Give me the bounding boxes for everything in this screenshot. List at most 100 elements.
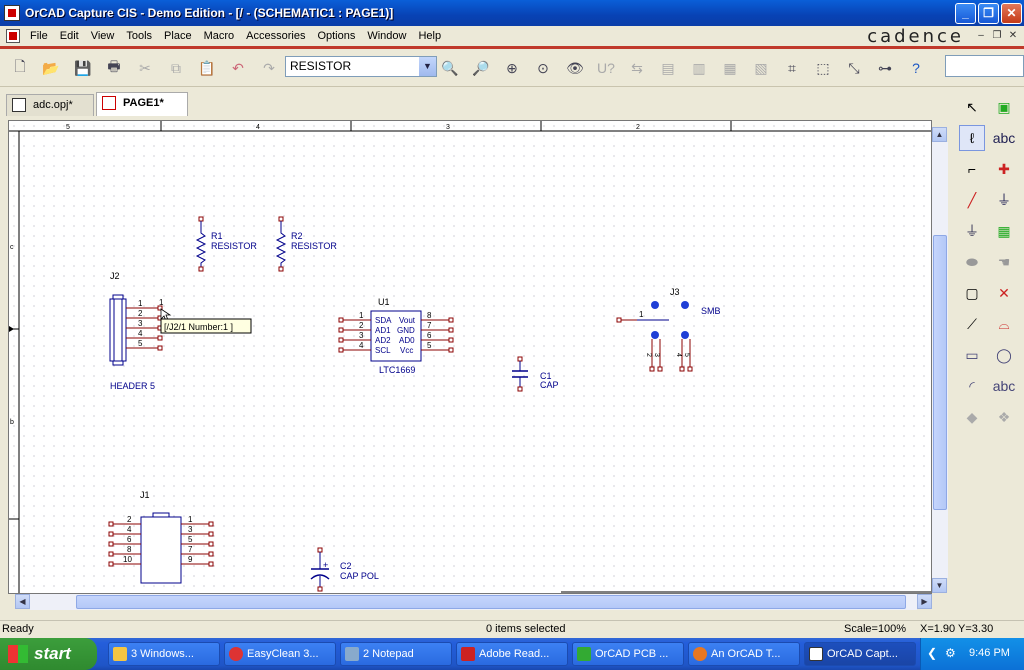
menu-file[interactable]: File	[24, 30, 54, 42]
taskbar-item[interactable]: Adobe Read...	[456, 642, 568, 666]
chevron-down-icon[interactable]: ▼	[419, 57, 436, 76]
place-rectangle-icon[interactable]: ▭	[959, 342, 985, 368]
vertical-scroll-thumb[interactable]	[933, 235, 947, 510]
search-input[interactable]	[945, 55, 1024, 77]
menu-tools[interactable]: Tools	[120, 30, 158, 42]
place-polyline-icon[interactable]: ⌓	[991, 311, 1017, 337]
menu-window[interactable]: Window	[361, 30, 412, 42]
firefox-icon	[693, 647, 707, 661]
back-annotate-icon[interactable]: ⇆	[626, 57, 648, 79]
place-part-icon[interactable]: ▣	[991, 94, 1017, 120]
resistor-r2[interactable]: R2 RESISTOR	[275, 216, 337, 272]
child-close-button[interactable]: ✕	[1006, 29, 1020, 43]
copy-icon[interactable]: ⧉	[165, 57, 187, 79]
place-offpage-icon[interactable]: ▢	[959, 280, 985, 306]
minimize-button[interactable]: _	[955, 3, 976, 24]
tab-page1[interactable]: PAGE1*	[96, 92, 188, 116]
horizontal-scroll-thumb[interactable]	[76, 595, 906, 609]
place-port-icon[interactable]: ⬬	[959, 249, 985, 275]
place-pin-icon[interactable]: ☚	[991, 249, 1017, 275]
child-minimize-button[interactable]: –	[974, 29, 988, 43]
capacitor-c1[interactable]: C1 CAP	[512, 356, 559, 392]
tab-project[interactable]: adc.opj*	[6, 94, 94, 116]
place-junction-icon[interactable]: ✚	[991, 156, 1017, 182]
netlist-icon[interactable]: ▥	[688, 57, 710, 79]
place-ellipse-icon[interactable]: ◯	[991, 342, 1017, 368]
capacitor-c2[interactable]: + C2 CAP POL	[310, 547, 379, 592]
paste-icon[interactable]: 📋	[196, 57, 218, 79]
menu-help[interactable]: Help	[412, 30, 447, 42]
menu-edit[interactable]: Edit	[54, 30, 85, 42]
snap-grid-icon[interactable]: ⌗	[781, 57, 803, 79]
drag-connected-icon[interactable]: ⤡	[843, 57, 865, 79]
scroll-up-button[interactable]: ▲	[932, 127, 947, 142]
tray-app-icon[interactable]: ⚙	[945, 646, 956, 660]
drc-icon[interactable]: ▤	[657, 57, 679, 79]
maximize-button[interactable]: ❐	[978, 3, 999, 24]
place-net-alias-icon[interactable]: abc	[991, 125, 1017, 151]
project-manager-icon[interactable]: ⊶	[874, 57, 896, 79]
tray-expand-icon[interactable]: ❮	[927, 646, 937, 660]
part-combo[interactable]: RESISTOR ▼	[285, 56, 437, 77]
place-bus-entry-icon[interactable]: ╱	[959, 187, 985, 213]
scroll-right-button[interactable]: ▶	[917, 594, 932, 609]
visibility-eye-icon[interactable]: 👁	[564, 57, 586, 79]
bill-of-materials-icon[interactable]: ▧	[750, 57, 772, 79]
start-button[interactable]: start	[0, 638, 97, 670]
place-bus-icon[interactable]: ⌐	[959, 156, 985, 182]
place-wire-icon[interactable]: ℓ	[959, 125, 985, 151]
place-text-icon[interactable]: abc	[991, 373, 1017, 399]
place-power-icon[interactable]: ⏚	[991, 187, 1017, 213]
taskbar-item[interactable]: 2 Notepad	[340, 642, 452, 666]
redo-icon[interactable]: ↷	[258, 57, 280, 79]
child-restore-button[interactable]: ❐	[990, 29, 1004, 43]
menu-accessories[interactable]: Accessories	[240, 30, 311, 42]
menu-place[interactable]: Place	[158, 30, 198, 42]
menu-view[interactable]: View	[85, 30, 121, 42]
place-no-connect-icon[interactable]: ✕	[991, 280, 1017, 306]
taskbar-item[interactable]: OrCAD PCB ...	[572, 642, 684, 666]
place-bookmark-icon[interactable]: ❖	[991, 404, 1017, 430]
taskbar-item[interactable]: EasyClean 3...	[224, 642, 336, 666]
u1-pin-number: 4	[359, 341, 364, 350]
zoom-area-icon[interactable]: ⊕	[501, 57, 523, 79]
help-icon[interactable]: ?	[905, 57, 927, 79]
header-j1[interactable]: J1 2 4 6 8 10 1 3 5 7 9	[108, 490, 214, 584]
zoom-in-icon[interactable]: 🔍	[439, 57, 461, 79]
open-folder-icon[interactable]: 📂	[40, 57, 62, 79]
ic-u1[interactable]: U1 1 2 3 4 8 7 6 5 SDA AD1 AD2 SCL Vout …	[338, 297, 454, 375]
save-icon[interactable]: 💾	[72, 57, 94, 79]
document-icon[interactable]	[6, 29, 20, 43]
place-line-icon[interactable]: ⟋	[959, 311, 985, 337]
clock[interactable]: 9:46 PM	[969, 647, 1010, 659]
scroll-left-button[interactable]: ◀	[15, 594, 30, 609]
menu-options[interactable]: Options	[311, 30, 361, 42]
u1-pin-number: 1	[359, 311, 364, 320]
taskbar-item[interactable]: 3 Windows...	[108, 642, 220, 666]
taskbar-item-active[interactable]: OrCAD Capt...	[804, 642, 916, 666]
resistor-r1[interactable]: R1 RESISTOR	[195, 216, 257, 272]
annotate-icon[interactable]: U?	[595, 57, 617, 79]
app-icon[interactable]	[4, 5, 20, 21]
connector-j3[interactable]: J3 SMB 1 2 3 4 5	[616, 287, 721, 372]
close-button[interactable]: ✕	[1001, 3, 1022, 24]
cut-icon[interactable]: ✂	[134, 57, 156, 79]
taskbar-item[interactable]: An OrCAD T...	[688, 642, 800, 666]
place-ieee-symbol-icon[interactable]: ◆	[959, 404, 985, 430]
schematic-canvas[interactable]: 5 4 3 2 c b R1 RESISTOR R2 RESISTOR J2 1…	[8, 120, 932, 594]
horizontal-scrollbar[interactable]	[30, 594, 917, 610]
undo-icon[interactable]: ↶	[227, 57, 249, 79]
scroll-down-button[interactable]: ▼	[932, 578, 947, 593]
new-file-icon[interactable]: 🗋	[9, 57, 31, 79]
place-arc-icon[interactable]: ◜	[959, 373, 985, 399]
area-select-icon[interactable]: ⬚	[812, 57, 834, 79]
vertical-scrollbar[interactable]	[932, 142, 948, 578]
print-icon[interactable]: 🖶	[103, 57, 125, 79]
cross-reference-icon[interactable]: ▦	[719, 57, 741, 79]
zoom-out-icon[interactable]: 🔎	[470, 57, 492, 79]
place-ground-icon[interactable]: ⏚	[959, 218, 985, 244]
select-arrow-icon[interactable]: ↖	[959, 94, 985, 120]
zoom-all-icon[interactable]: ⊙	[532, 57, 554, 79]
menu-macro[interactable]: Macro	[198, 30, 241, 42]
place-hierarchical-block-icon[interactable]: ▦	[991, 218, 1017, 244]
